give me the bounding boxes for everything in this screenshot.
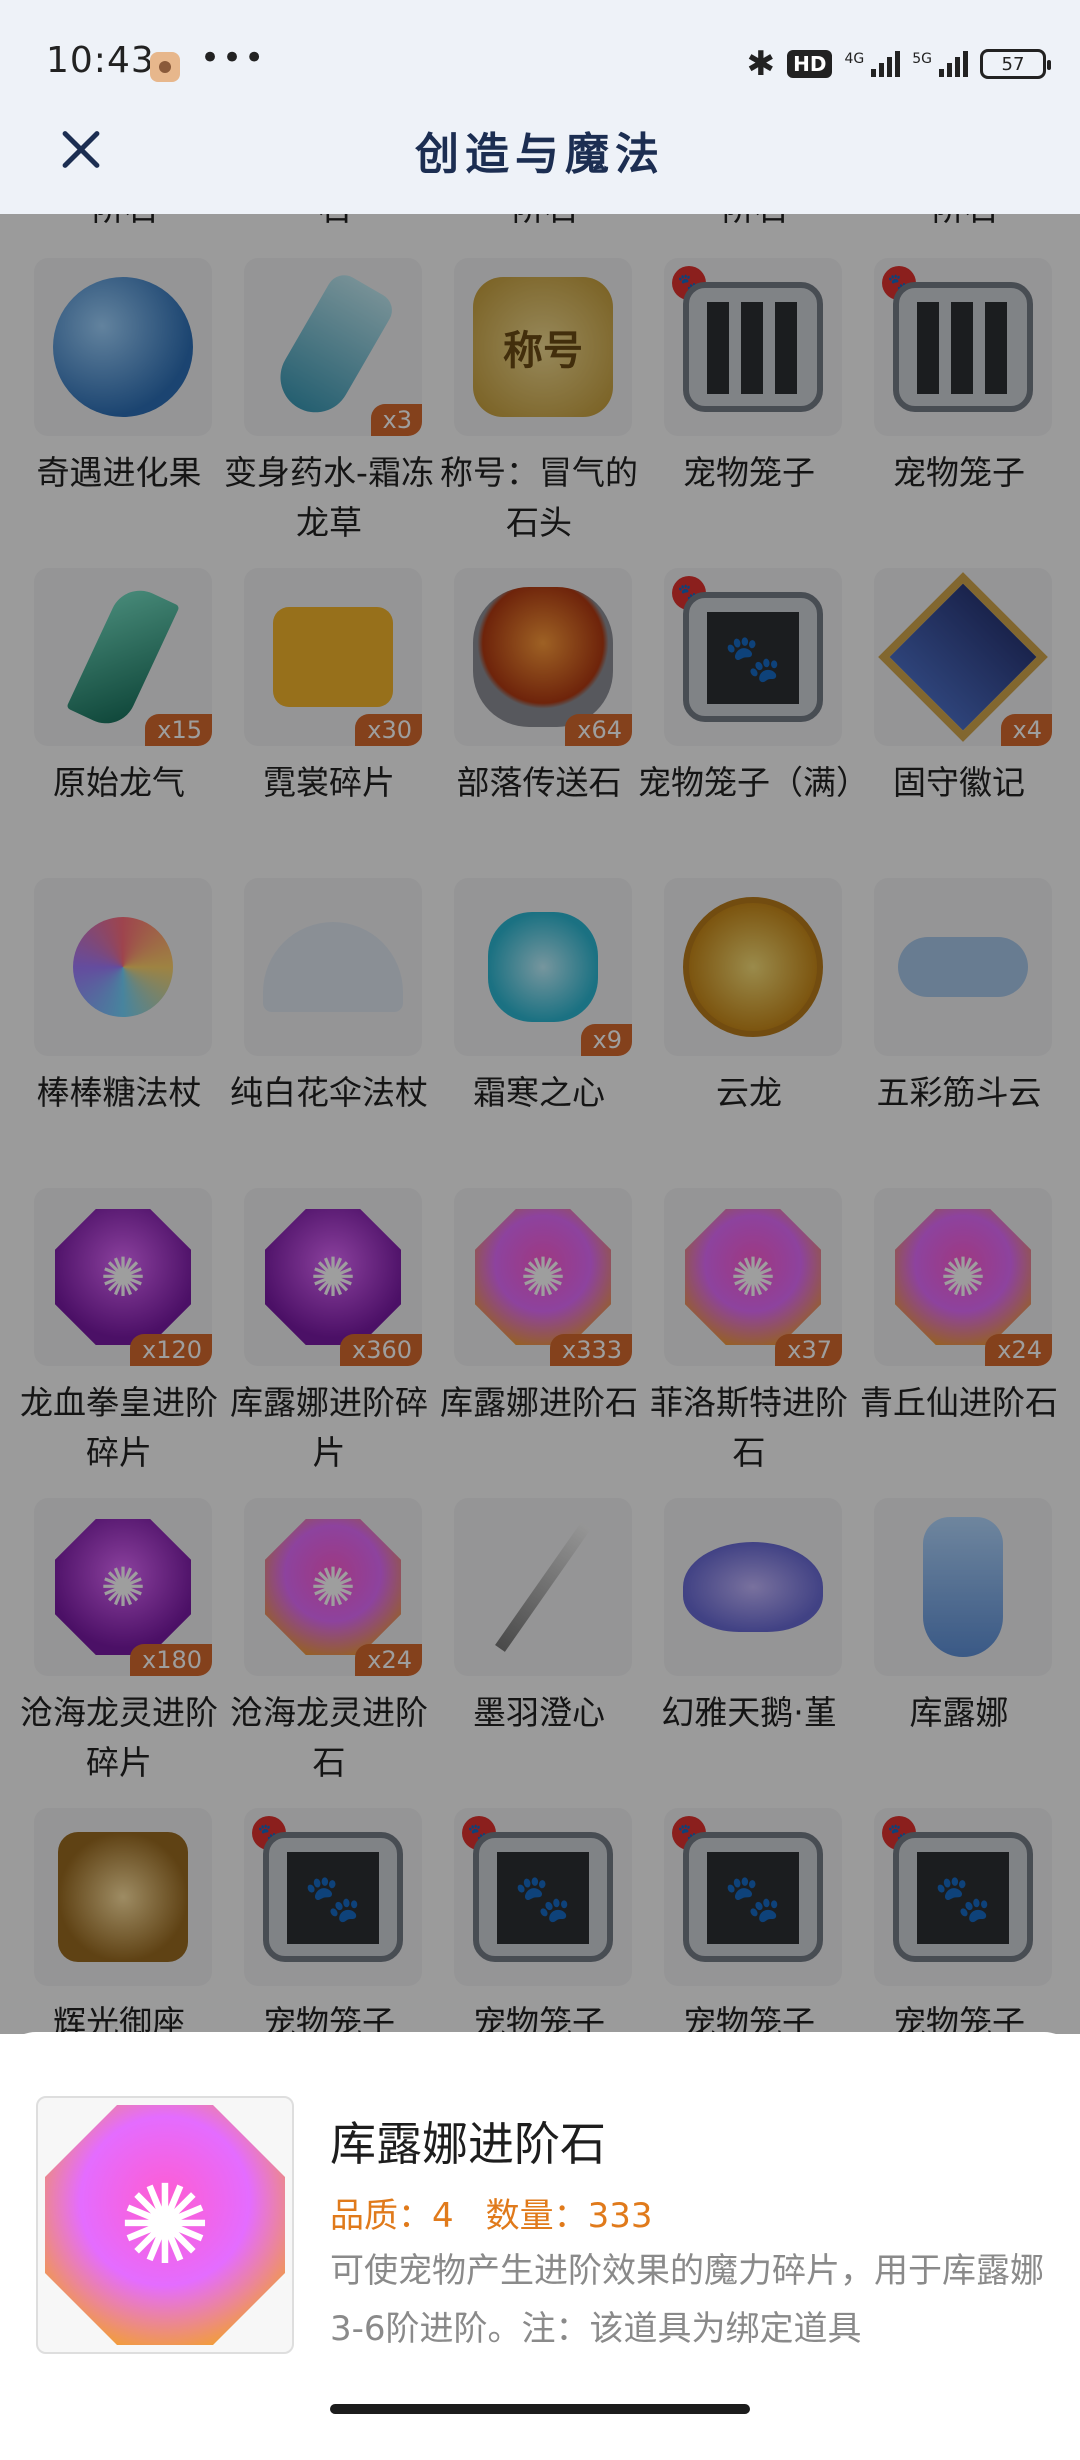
gem-bright-icon: ✺ [45,2105,285,2345]
detail-quality: 品质：4 [330,2196,454,2236]
detail-description: 可使宠物产生进阶效果的魔力碎片，用于库露娜3-6阶进阶。注：该道具为绑定道具 [330,2251,1044,2349]
dim-overlay[interactable] [0,214,1080,2034]
battery-icon: 57 [980,49,1051,79]
detail-item-name: 库露娜进阶石 [330,2117,606,2171]
item-detail-sheet: ✺ 库露娜进阶石 品质：4 数量：333 可使宠物产生进阶效果的魔力碎片，用于库… [0,2032,1080,2460]
home-indicator[interactable] [330,2404,750,2414]
status-time: 10:43 [46,40,155,81]
detail-count: 数量：333 [485,2196,653,2236]
hd-icon: HD [787,50,833,78]
page-title: 创造与魔法 [415,129,665,180]
detail-meta: 品质：4 数量：333 [330,2188,653,2237]
signal-5g-icon: 5G [912,51,968,77]
top-area: 10:43 ••• ✱ HD 4G 5G 57 创造与魔法 [0,0,1080,214]
header: 创造与魔法 [0,106,1080,214]
bluetooth-icon: ✱ [746,44,776,84]
app-notification-icon [150,52,180,82]
system-icons: ✱ HD 4G 5G 57 [746,44,1051,84]
more-notifications-icon: ••• [200,38,267,78]
signal-4g-icon: 4G [844,51,901,77]
detail-item-image: ✺ [36,2096,294,2354]
